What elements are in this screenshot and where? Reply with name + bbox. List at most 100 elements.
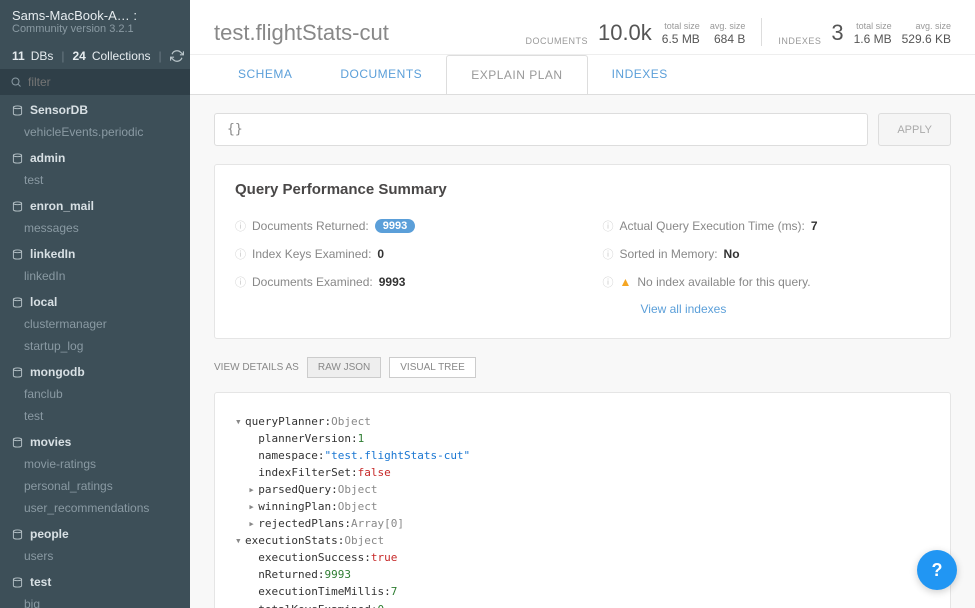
indexes-count: 3 bbox=[831, 20, 843, 46]
collection-item[interactable]: test bbox=[0, 169, 190, 191]
info-icon: ⓘ bbox=[235, 274, 246, 290]
refresh-icon[interactable] bbox=[170, 49, 184, 63]
db-header-SensorDB[interactable]: SensorDB bbox=[0, 95, 190, 121]
tab-indexes[interactable]: INDEXES bbox=[588, 55, 692, 94]
performance-summary: Query Performance Summary ⓘ Documents Re… bbox=[214, 164, 951, 339]
collection-item[interactable]: linkedIn bbox=[0, 265, 190, 287]
query-input[interactable]: {} bbox=[214, 113, 868, 146]
total-size-stat: total size 6.5 MB bbox=[662, 21, 700, 46]
db-header-people[interactable]: people bbox=[0, 519, 190, 545]
help-button[interactable]: ? bbox=[917, 550, 957, 590]
collection-item[interactable]: movie-ratings bbox=[0, 453, 190, 475]
separator: | bbox=[61, 49, 64, 63]
view-details-label: VIEW DETAILS AS bbox=[214, 362, 299, 373]
topbar: test.flightStats-cut DOCUMENTS 10.0k tot… bbox=[190, 0, 975, 55]
json-line: namespace:"test.flightStats-cut" bbox=[235, 447, 930, 464]
json-line: executionSuccess:true bbox=[235, 549, 930, 566]
db-header-local[interactable]: local bbox=[0, 287, 190, 313]
no-index-row: ⓘ ▲ No index available for this query. bbox=[603, 268, 931, 296]
collection-item[interactable]: personal_ratings bbox=[0, 475, 190, 497]
sidebar: Sams-MacBook-A… : Community version 3.2.… bbox=[0, 0, 190, 608]
docs-returned-badge: 9993 bbox=[375, 219, 415, 233]
coll-count: 24 bbox=[72, 49, 85, 63]
keys-examined-row: ⓘ Index Keys Examined: 0 bbox=[235, 240, 563, 268]
info-icon: ⓘ bbox=[603, 274, 614, 290]
header-stats: DOCUMENTS 10.0k total size 6.5 MB avg. s… bbox=[525, 18, 951, 46]
collection-item[interactable]: fanclub bbox=[0, 383, 190, 405]
tab-documents[interactable]: DOCUMENTS bbox=[316, 55, 446, 94]
db-count: 11 bbox=[12, 49, 25, 63]
db-count-label: DBs bbox=[31, 49, 54, 63]
apply-button[interactable]: APPLY bbox=[878, 113, 951, 146]
sidebar-stats: 11 DBs | 24 Collections | bbox=[0, 43, 190, 69]
tabs: SCHEMA DOCUMENTS EXPLAIN PLAN INDEXES bbox=[190, 55, 975, 94]
help-icon: ? bbox=[932, 560, 943, 581]
view-details-toggle: VIEW DETAILS AS RAW JSON VISUAL TREE bbox=[214, 357, 951, 378]
database-list: SensorDBvehicleEvents.periodicadminteste… bbox=[0, 95, 190, 608]
version-label: Community version 3.2.1 bbox=[12, 23, 178, 35]
info-icon: ⓘ bbox=[603, 246, 614, 262]
database-icon bbox=[12, 249, 24, 260]
divider bbox=[761, 18, 762, 46]
documents-label: DOCUMENTS bbox=[525, 36, 588, 46]
collection-item[interactable]: users bbox=[0, 545, 190, 567]
idx-avg-size-stat: avg. size 529.6 KB bbox=[902, 21, 951, 46]
db-header-admin[interactable]: admin bbox=[0, 143, 190, 169]
warning-icon: ▲ bbox=[620, 275, 632, 289]
db-header-mongodb[interactable]: mongodb bbox=[0, 357, 190, 383]
exec-time-row: ⓘ Actual Query Execution Time (ms): 7 bbox=[603, 212, 931, 240]
database-icon bbox=[12, 105, 24, 116]
sidebar-header: Sams-MacBook-A… : Community version 3.2.… bbox=[0, 0, 190, 43]
avg-size-stat: avg. size 684 B bbox=[710, 21, 746, 46]
tab-schema[interactable]: SCHEMA bbox=[214, 55, 316, 94]
json-viewer: ▾queryPlanner:Object plannerVersion:1 na… bbox=[214, 392, 951, 608]
docs-returned-row: ⓘ Documents Returned: 9993 bbox=[235, 212, 563, 240]
json-line: nReturned:9993 bbox=[235, 566, 930, 583]
summary-title: Query Performance Summary bbox=[235, 181, 930, 198]
database-icon bbox=[12, 529, 24, 540]
search-icon bbox=[10, 76, 22, 88]
db-header-test[interactable]: test bbox=[0, 567, 190, 593]
info-icon: ⓘ bbox=[235, 246, 246, 262]
raw-json-button[interactable]: RAW JSON bbox=[307, 357, 381, 378]
main-panel: test.flightStats-cut DOCUMENTS 10.0k tot… bbox=[190, 0, 975, 608]
json-line[interactable]: ▸parsedQuery:Object bbox=[235, 481, 930, 498]
collection-item[interactable]: big bbox=[0, 593, 190, 608]
json-line[interactable]: ▾executionStats:Object bbox=[235, 532, 930, 549]
coll-count-label: Collections bbox=[92, 49, 151, 63]
collection-item[interactable]: clustermanager bbox=[0, 313, 190, 335]
query-bar: {} APPLY bbox=[214, 113, 951, 146]
database-icon bbox=[12, 201, 24, 212]
idx-total-size-stat: total size 1.6 MB bbox=[854, 21, 892, 46]
json-line: plannerVersion:1 bbox=[235, 430, 930, 447]
db-header-enron_mail[interactable]: enron_mail bbox=[0, 191, 190, 217]
visual-tree-button[interactable]: VISUAL TREE bbox=[389, 357, 475, 378]
documents-stat: DOCUMENTS bbox=[525, 36, 588, 46]
filter-input[interactable] bbox=[28, 75, 180, 89]
database-icon bbox=[12, 437, 24, 448]
json-line[interactable]: ▸winningPlan:Object bbox=[235, 498, 930, 515]
json-line[interactable]: ▾queryPlanner:Object bbox=[235, 413, 930, 430]
sidebar-filter[interactable] bbox=[0, 69, 190, 95]
database-icon bbox=[12, 297, 24, 308]
collection-item[interactable]: messages bbox=[0, 217, 190, 239]
docs-examined-row: ⓘ Documents Examined: 9993 bbox=[235, 268, 563, 296]
tab-explain-plan[interactable]: EXPLAIN PLAN bbox=[446, 55, 587, 95]
json-line[interactable]: ▸rejectedPlans:Array[0] bbox=[235, 515, 930, 532]
collection-item[interactable]: startup_log bbox=[0, 335, 190, 357]
documents-count: 10.0k bbox=[598, 20, 652, 46]
sorted-mem-row: ⓘ Sorted in Memory: No bbox=[603, 240, 931, 268]
host-name: Sams-MacBook-A… : bbox=[12, 8, 178, 23]
collection-item[interactable]: test bbox=[0, 405, 190, 427]
database-icon bbox=[12, 367, 24, 378]
separator: | bbox=[159, 49, 162, 63]
db-header-linkedIn[interactable]: linkedIn bbox=[0, 239, 190, 265]
content-area: {} APPLY Query Performance Summary ⓘ Doc… bbox=[190, 94, 975, 608]
database-icon bbox=[12, 153, 24, 164]
indexes-stat: INDEXES bbox=[778, 36, 821, 46]
collection-item[interactable]: vehicleEvents.periodic bbox=[0, 121, 190, 143]
collection-item[interactable]: user_recommendations bbox=[0, 497, 190, 519]
view-indexes-link[interactable]: View all indexes bbox=[641, 302, 727, 316]
json-line: totalKeysExamined:0 bbox=[235, 601, 930, 608]
db-header-movies[interactable]: movies bbox=[0, 427, 190, 453]
